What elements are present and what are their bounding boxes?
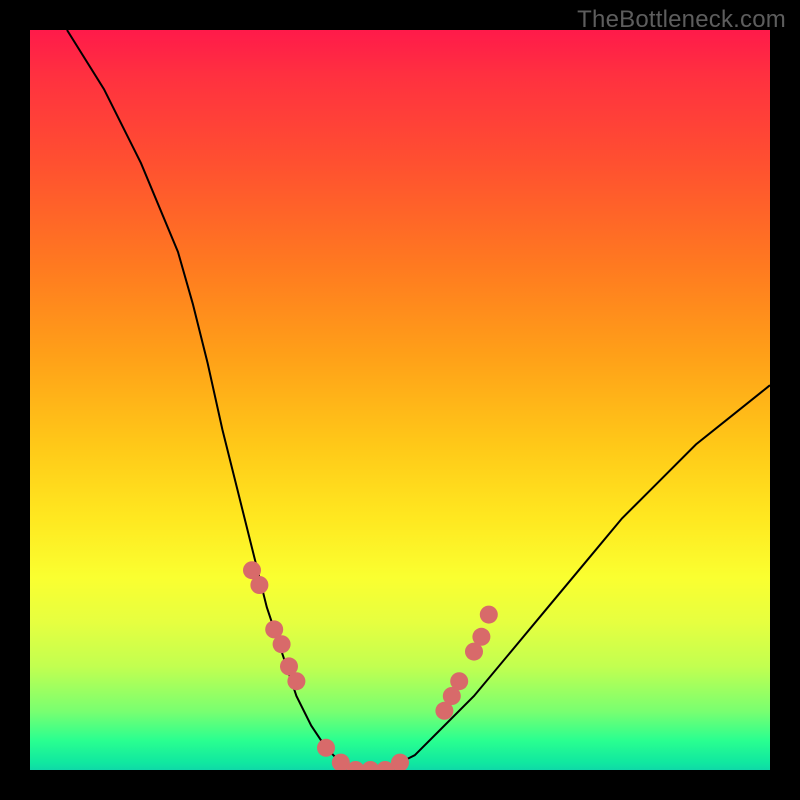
- curve-marker: [391, 754, 409, 770]
- chart-frame: TheBottleneck.com: [0, 0, 800, 800]
- curve-svg: [30, 30, 770, 770]
- curve-marker: [317, 739, 335, 757]
- curve-marker: [287, 672, 305, 690]
- curve-marker: [250, 576, 268, 594]
- curve-markers: [243, 561, 498, 770]
- bottleneck-curve: [67, 30, 770, 770]
- curve-marker: [450, 672, 468, 690]
- curve-marker: [472, 628, 490, 646]
- attribution-text: TheBottleneck.com: [577, 6, 786, 34]
- curve-marker: [273, 635, 291, 653]
- plot-area: [30, 30, 770, 770]
- curve-marker: [480, 606, 498, 624]
